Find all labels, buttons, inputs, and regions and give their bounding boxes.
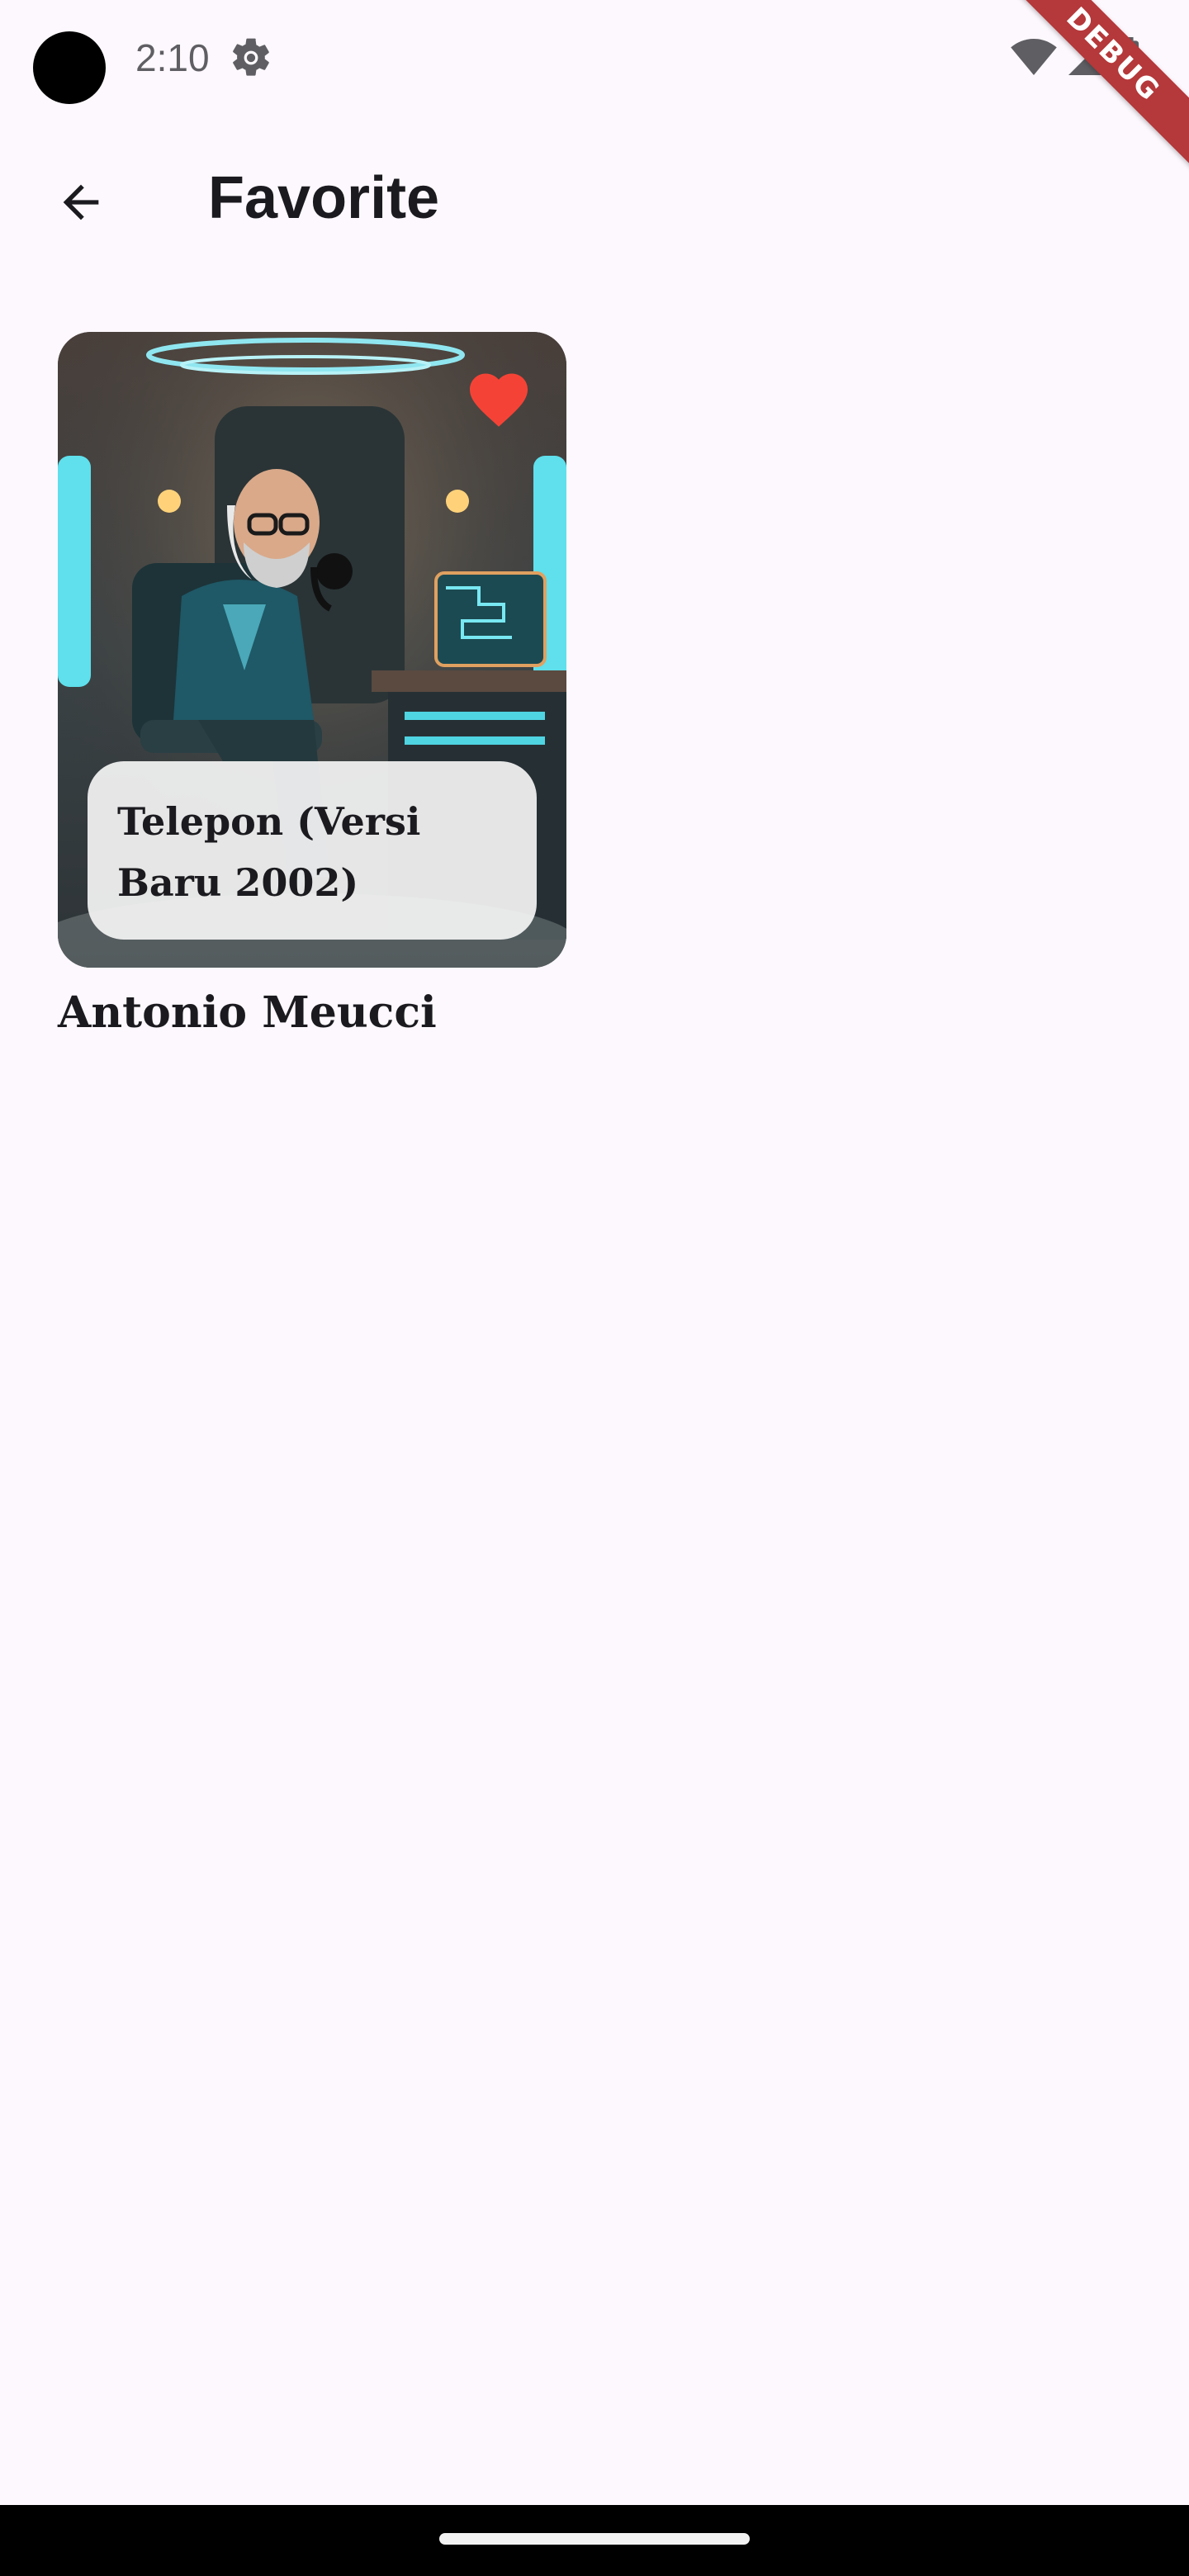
card-author: Antonio Meucci bbox=[58, 987, 437, 1038]
status-time: 2:10 bbox=[135, 36, 210, 79]
settings-gear-icon bbox=[233, 38, 269, 76]
heart-icon[interactable] bbox=[464, 365, 533, 434]
card-title: Telepon (Versi Baru 2002) bbox=[117, 799, 421, 905]
wifi-icon bbox=[1011, 39, 1057, 75]
page-title: Favorite bbox=[208, 165, 440, 231]
favorite-card[interactable]: Telepon (Versi Baru 2002) bbox=[58, 332, 566, 968]
system-navigation-bar bbox=[0, 2505, 1189, 2576]
status-bar: 2:10 bbox=[0, 0, 1189, 116]
back-button[interactable] bbox=[40, 161, 122, 244]
arrow-back-icon bbox=[63, 184, 99, 220]
camera-cutout bbox=[33, 31, 106, 104]
card-caption: Telepon (Versi Baru 2002) bbox=[88, 761, 537, 940]
home-handle[interactable] bbox=[439, 2533, 750, 2545]
app-bar: Favorite bbox=[0, 132, 1189, 256]
